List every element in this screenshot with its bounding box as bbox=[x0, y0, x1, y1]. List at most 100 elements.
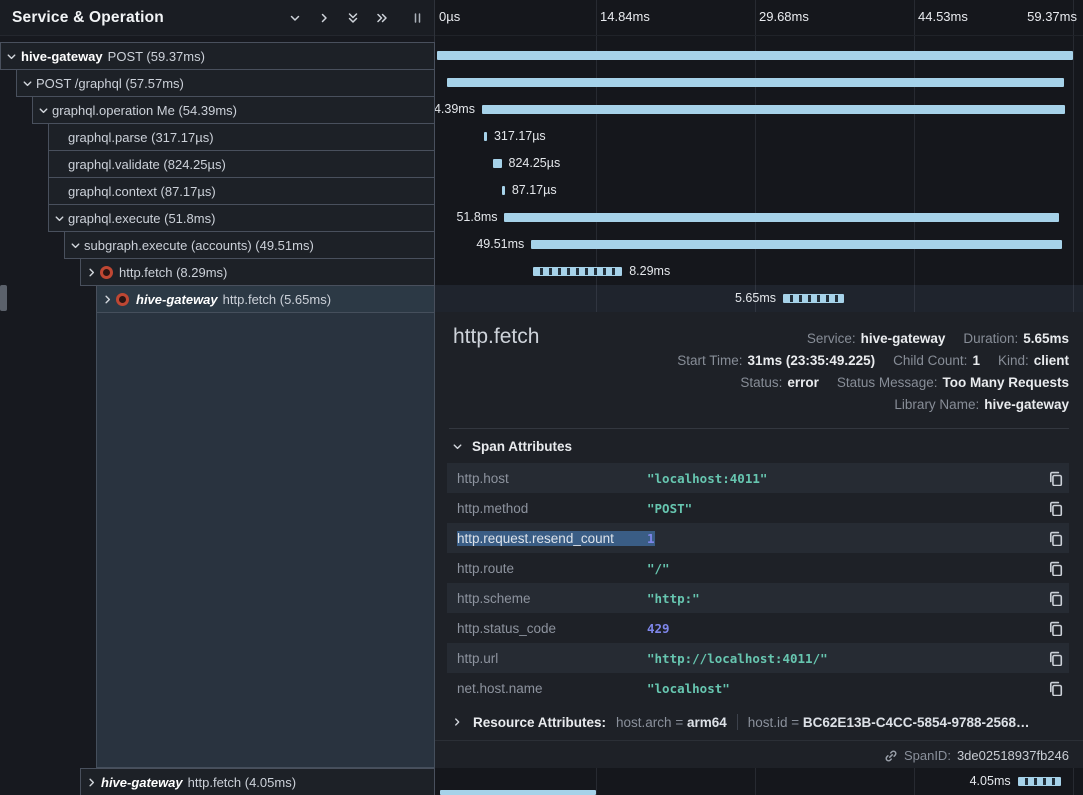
attribute-key: http.url bbox=[457, 651, 647, 666]
span-duration-text: 87.17µs bbox=[512, 183, 557, 197]
span-operation-label: graphql.validate (824.25µs) bbox=[68, 157, 226, 172]
attribute-key: http.status_code bbox=[457, 621, 647, 636]
collapse-all-icon[interactable] bbox=[346, 11, 360, 25]
timeline-row: 51.8ms bbox=[435, 204, 1083, 231]
span-tree-row[interactable]: hive-gatewayhttp.fetch (4.05ms) bbox=[80, 768, 435, 795]
attribute-row: http.url"http://localhost:4011/" bbox=[447, 643, 1069, 673]
chevron-down-icon[interactable] bbox=[37, 104, 52, 117]
attribute-row: http.route"/" bbox=[447, 553, 1069, 583]
copy-icon[interactable] bbox=[1041, 531, 1069, 546]
span-attributes-table: http.host"localhost:4011"http.method"POS… bbox=[447, 463, 1069, 703]
span-duration-bar[interactable] bbox=[482, 105, 1065, 114]
attribute-key: http.route bbox=[457, 561, 647, 576]
timeline-row: 5.65ms bbox=[435, 285, 1083, 312]
expand-icon[interactable] bbox=[317, 11, 331, 25]
span-duration-bar[interactable] bbox=[504, 213, 1059, 222]
span-operation-label: subgraph.execute (accounts) (49.51ms) bbox=[84, 238, 314, 253]
timeline-row bbox=[435, 69, 1083, 96]
span-duration-bar[interactable] bbox=[1018, 777, 1061, 786]
scrollbar-thumb[interactable] bbox=[0, 285, 7, 311]
meta-line: Service:hive-gatewayDuration:5.65ms bbox=[807, 327, 1069, 349]
copy-icon[interactable] bbox=[1041, 591, 1069, 606]
span-duration-bar[interactable] bbox=[502, 186, 505, 195]
trace-viewer: Service & Operation hive-gatewayPOST (59… bbox=[0, 0, 1083, 795]
attribute-value: "POST" bbox=[647, 501, 1041, 516]
attribute-value: 1 bbox=[647, 531, 1041, 546]
span-duration-bar[interactable] bbox=[484, 132, 487, 141]
span-tree-row[interactable]: graphql.execute (51.8ms) bbox=[48, 204, 435, 232]
span-attributes-toggle[interactable]: Span Attributes bbox=[451, 439, 572, 454]
divider bbox=[435, 740, 1083, 741]
copy-icon[interactable] bbox=[1041, 651, 1069, 666]
span-tree-row[interactable]: POST /graphql (57.57ms) bbox=[16, 69, 435, 97]
resource-attributes-toggle[interactable]: Resource Attributes: host.arch = arm64ho… bbox=[451, 714, 1030, 730]
chevron-down-icon bbox=[451, 440, 466, 453]
span-duration-text: 317.17µs bbox=[494, 129, 546, 143]
copy-icon[interactable] bbox=[1041, 501, 1069, 516]
meta-key: Service: bbox=[807, 331, 856, 346]
span-tree-row[interactable]: hive-gatewayhttp.fetch (5.65ms) bbox=[96, 285, 435, 313]
span-tree-row[interactable]: graphql.operation Me (54.39ms) bbox=[32, 96, 435, 124]
attribute-row: http.status_code429 bbox=[447, 613, 1069, 643]
span-tree-row[interactable]: http.fetch (8.29ms) bbox=[80, 258, 435, 286]
span-id: SpanID: 3de02518937fb246 bbox=[884, 748, 1069, 763]
span-duration-bar[interactable] bbox=[531, 240, 1061, 249]
attribute-value: "localhost" bbox=[647, 681, 1041, 696]
chevron-right-icon[interactable] bbox=[85, 266, 100, 279]
attribute-row: http.request.resend_count1 bbox=[447, 523, 1069, 553]
chevron-right-icon[interactable] bbox=[101, 293, 116, 306]
chevron-down-icon[interactable] bbox=[53, 212, 68, 225]
meta-key: Duration: bbox=[963, 331, 1018, 346]
collapse-icon[interactable] bbox=[288, 11, 302, 25]
span-service-name: hive-gateway bbox=[101, 775, 183, 790]
partial-span-bar bbox=[440, 790, 595, 795]
ruler-tick-label: 14.84ms bbox=[600, 9, 650, 24]
span-duration-bar[interactable] bbox=[533, 267, 622, 276]
span-duration-text: 8.29ms bbox=[629, 264, 670, 278]
span-duration-bar[interactable] bbox=[437, 51, 1073, 60]
resize-handle-icon[interactable] bbox=[410, 11, 424, 25]
span-tree-row[interactable]: hive-gatewayPOST (59.37ms) bbox=[0, 42, 435, 70]
copy-icon[interactable] bbox=[1041, 681, 1069, 696]
span-operation-label: http.fetch (5.65ms) bbox=[223, 292, 331, 307]
meta-value: client bbox=[1034, 353, 1069, 368]
expand-all-icon[interactable] bbox=[375, 11, 389, 25]
span-duration-bar[interactable] bbox=[447, 78, 1064, 87]
section-title: Resource Attributes: bbox=[473, 715, 606, 730]
error-icon bbox=[100, 266, 113, 279]
resource-attribute: host.id = BC62E13B-C4CC-5854-9788-2568… bbox=[748, 715, 1030, 730]
copy-icon[interactable] bbox=[1041, 561, 1069, 576]
meta-key: Status Message: bbox=[837, 375, 938, 390]
chevron-down-icon[interactable] bbox=[69, 239, 84, 252]
span-duration-text: 5.65ms bbox=[735, 291, 776, 305]
span-duration-bar[interactable] bbox=[493, 159, 502, 168]
chevron-right-icon[interactable] bbox=[85, 776, 100, 789]
link-icon[interactable] bbox=[884, 749, 898, 763]
span-tree-row[interactable]: subgraph.execute (accounts) (49.51ms) bbox=[64, 231, 435, 259]
span-tree-row[interactable]: graphql.parse (317.17µs) bbox=[48, 123, 435, 151]
resource-attributes-items: host.arch = arm64host.id = BC62E13B-C4CC… bbox=[616, 714, 1030, 730]
span-id-label: SpanID: bbox=[904, 748, 951, 763]
attribute-row: http.method"POST" bbox=[447, 493, 1069, 523]
attribute-value: 429 bbox=[647, 621, 1041, 636]
span-duration-text: 824.25µs bbox=[509, 156, 561, 170]
meta-value: hive-gateway bbox=[861, 331, 946, 346]
ruler-tick-label: 59.37ms bbox=[1027, 9, 1077, 24]
span-duration-text: 49.51ms bbox=[476, 237, 524, 251]
span-tree-row[interactable]: graphql.validate (824.25µs) bbox=[48, 150, 435, 178]
selected-span-region[interactable] bbox=[96, 312, 435, 768]
span-duration-bar[interactable] bbox=[783, 294, 844, 303]
copy-icon[interactable] bbox=[1041, 621, 1069, 636]
copy-icon[interactable] bbox=[1041, 471, 1069, 486]
meta-value: 31ms (23:35:49.225) bbox=[748, 353, 876, 368]
span-service-name: hive-gateway bbox=[21, 49, 103, 64]
attribute-value: "http:" bbox=[647, 591, 1041, 606]
span-tree-panel: Service & Operation hive-gatewayPOST (59… bbox=[0, 0, 435, 795]
span-tree-row[interactable]: graphql.context (87.17µs) bbox=[48, 177, 435, 205]
chevron-down-icon[interactable] bbox=[5, 50, 20, 63]
timeline-row bbox=[435, 42, 1083, 69]
attribute-key: http.scheme bbox=[457, 591, 647, 606]
chevron-down-icon[interactable] bbox=[21, 77, 36, 90]
attribute-row: http.host"localhost:4011" bbox=[447, 463, 1069, 493]
span-duration-text: 54.39ms bbox=[435, 102, 475, 116]
